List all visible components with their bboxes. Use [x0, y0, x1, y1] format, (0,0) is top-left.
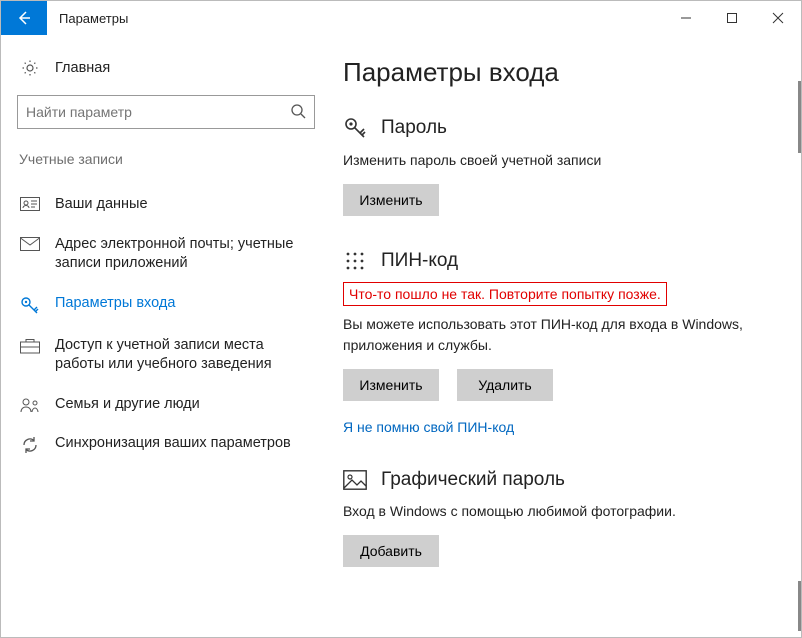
maximize-button[interactable]: [709, 1, 755, 35]
maximize-icon: [726, 12, 738, 24]
key-icon: [343, 116, 367, 140]
minimize-button[interactable]: [663, 1, 709, 35]
search-box[interactable]: [17, 95, 315, 129]
nav-label: Параметры входа: [55, 294, 175, 314]
sidebar-section-header: Учетные записи: [17, 151, 315, 167]
pin-change-button[interactable]: Изменить: [343, 369, 439, 401]
scrollbar-thumb[interactable]: [798, 581, 801, 631]
back-button[interactable]: [1, 1, 47, 35]
pin-pad-icon: [343, 250, 367, 272]
nav-label: Адрес электронной почты; учетные записи …: [55, 235, 313, 274]
pin-error-message: Что-то пошло не так. Повторите попытку п…: [343, 282, 667, 306]
password-change-button[interactable]: Изменить: [343, 184, 439, 216]
scrollbar-thumb[interactable]: [798, 81, 801, 153]
nav-work-access[interactable]: Доступ к учетной записи места работы или…: [17, 326, 315, 385]
mail-icon: [19, 235, 41, 251]
page-title: Параметры входа: [343, 57, 765, 88]
minimize-icon: [680, 12, 692, 24]
picture-add-button[interactable]: Добавить: [343, 535, 439, 567]
main-content: Параметры входа Пароль Изменить пароль с…: [331, 35, 801, 637]
picture-password-section: Графический пароль Вход в Windows с помо…: [343, 469, 765, 567]
nav-label: Семья и другие люди: [55, 395, 200, 415]
gear-icon: [19, 59, 41, 77]
close-icon: [772, 12, 784, 24]
home-label: Главная: [55, 60, 110, 76]
sidebar-nav: Ваши данные Адрес электронной почты; уче…: [17, 185, 315, 464]
home-nav[interactable]: Главная: [17, 53, 315, 91]
id-card-icon: [19, 195, 41, 213]
sidebar: Главная Учетные записи Ваши данные Адрес…: [1, 35, 331, 637]
key-icon: [19, 294, 41, 316]
nav-family[interactable]: Семья и другие люди: [17, 385, 315, 425]
nav-sync[interactable]: Синхронизация ваших параметров: [17, 424, 315, 464]
people-icon: [19, 395, 41, 413]
nav-email-accounts[interactable]: Адрес электронной почты; учетные записи …: [17, 225, 315, 284]
picture-icon: [343, 470, 367, 490]
title-bar: Параметры: [1, 1, 801, 35]
pin-desc: Вы можете использовать этот ПИН-код для …: [343, 314, 765, 355]
nav-your-info[interactable]: Ваши данные: [17, 185, 315, 225]
window-title: Параметры: [59, 11, 128, 26]
search-icon: [290, 103, 306, 122]
picture-heading: Графический пароль: [381, 469, 565, 491]
nav-label: Доступ к учетной записи места работы или…: [55, 336, 313, 375]
pin-forgot-link[interactable]: Я не помню свой ПИН-код: [343, 419, 514, 435]
close-button[interactable]: [755, 1, 801, 35]
password-section: Пароль Изменить пароль своей учетной зап…: [343, 116, 765, 216]
search-input[interactable]: [26, 104, 290, 120]
window-controls: [663, 1, 801, 35]
pin-section: ПИН-код Что-то пошло не так. Повторите п…: [343, 250, 765, 435]
pin-heading: ПИН-код: [381, 250, 458, 272]
sync-icon: [19, 434, 41, 454]
nav-label: Синхронизация ваших параметров: [55, 434, 291, 454]
picture-desc: Вход в Windows с помощью любимой фотогра…: [343, 501, 765, 521]
briefcase-icon: [19, 336, 41, 354]
arrow-left-icon: [16, 10, 32, 26]
password-heading: Пароль: [381, 117, 447, 139]
nav-label: Ваши данные: [55, 195, 148, 215]
nav-sign-in-options[interactable]: Параметры входа: [17, 284, 315, 326]
password-desc: Изменить пароль своей учетной записи: [343, 150, 765, 170]
pin-delete-button[interactable]: Удалить: [457, 369, 553, 401]
